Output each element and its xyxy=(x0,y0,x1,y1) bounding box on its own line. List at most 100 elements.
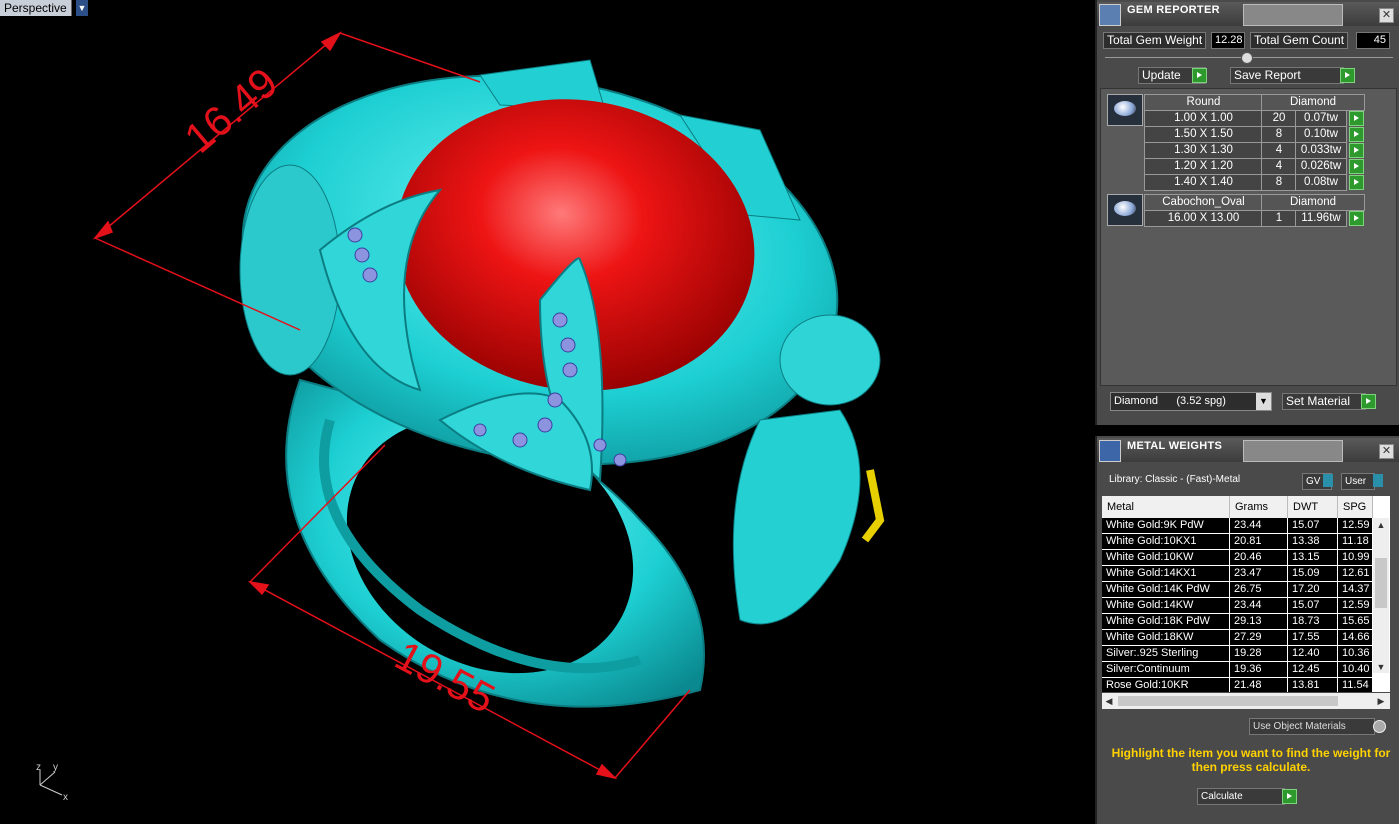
metal-spg: 10.40 xyxy=(1338,662,1373,677)
scroll-up-icon[interactable]: ▲ xyxy=(1373,518,1389,532)
vertical-scrollbar[interactable]: ▲ ▼ xyxy=(1373,518,1389,673)
gem-reporter-app-icon xyxy=(1099,4,1121,26)
metal-name: White Gold:18KW xyxy=(1102,630,1230,645)
gem-size[interactable]: 16.00 X 13.00 xyxy=(1144,210,1263,227)
metal-spg: 14.66 xyxy=(1338,630,1373,645)
metal-grams: 19.36 xyxy=(1230,662,1288,677)
metal-dwt: 12.40 xyxy=(1288,646,1338,661)
3d-viewport[interactable]: 16.49 19.55 z y x Perspective ▼ xyxy=(0,0,1092,824)
chevron-down-icon[interactable]: ▼ xyxy=(1256,393,1271,410)
table-row[interactable]: Rose Gold:10KR 21.48 13.81 11.54 xyxy=(1102,678,1373,692)
gem-shape-header: Cabochon_Oval xyxy=(1144,194,1263,211)
viewport-title[interactable]: Perspective xyxy=(0,0,72,16)
metal-grams: 23.44 xyxy=(1230,518,1288,533)
table-row[interactable]: Silver:Continuum 19.36 12.45 10.40 xyxy=(1102,662,1373,678)
close-icon[interactable]: ✕ xyxy=(1379,444,1394,459)
metal-dwt: 15.09 xyxy=(1288,566,1338,581)
gem-size[interactable]: 1.40 X 1.40 xyxy=(1144,174,1263,191)
axis-x-label: x xyxy=(63,792,68,803)
table-row[interactable]: White Gold:14KW 23.44 15.07 12.59 xyxy=(1102,598,1373,614)
set-material-button[interactable]: Set Material xyxy=(1282,393,1366,410)
save-report-button[interactable]: Save Report xyxy=(1230,67,1344,84)
set-material-go-icon[interactable] xyxy=(1361,394,1376,409)
gem-size[interactable]: 1.50 X 1.50 xyxy=(1144,126,1263,143)
column-header-spg[interactable]: SPG xyxy=(1338,496,1373,518)
table-row[interactable]: White Gold:18KW 27.29 17.55 14.66 xyxy=(1102,630,1373,646)
metal-name: Rose Gold:10KR xyxy=(1102,678,1230,692)
metal-name: Silver:.925 Sterling xyxy=(1102,646,1230,661)
scroll-down-icon[interactable]: ▼ xyxy=(1373,661,1389,673)
use-object-materials-toggle[interactable]: Use Object Materials xyxy=(1249,718,1375,735)
gem-reporter-panel: GEM REPORTER ✕ Total Gem Weight 12.28 To… xyxy=(1095,0,1399,425)
scroll-left-icon[interactable]: ◀ xyxy=(1102,693,1116,709)
gem-material-header: Diamond xyxy=(1261,94,1365,111)
round-gem-icon xyxy=(1107,94,1143,126)
gem-row-go-icon[interactable] xyxy=(1349,143,1364,158)
metal-name: White Gold:14KX1 xyxy=(1102,566,1230,581)
table-row[interactable]: White Gold:10KX1 20.81 13.38 11.18 xyxy=(1102,534,1373,550)
metal-weights-app-icon xyxy=(1099,440,1121,462)
metal-spg: 12.59 xyxy=(1338,598,1373,613)
close-icon[interactable]: ✕ xyxy=(1379,8,1394,23)
total-gem-weight-label: Total Gem Weight xyxy=(1103,32,1207,49)
table-row[interactable]: White Gold:18K PdW 29.13 18.73 15.65 xyxy=(1102,614,1373,630)
update-go-icon[interactable] xyxy=(1192,68,1207,83)
metal-name: White Gold:14K PdW xyxy=(1102,582,1230,597)
gem-row-go-icon[interactable] xyxy=(1349,175,1364,190)
gem-material-header: Diamond xyxy=(1261,194,1365,211)
use-object-materials-radio[interactable] xyxy=(1373,720,1386,733)
calculate-hint-text: Highlight the item you want to find the … xyxy=(1111,746,1391,774)
total-gem-weight-value: 12.28 xyxy=(1211,32,1245,49)
gem-row-go-icon[interactable] xyxy=(1349,159,1364,174)
metal-weights-title-tab xyxy=(1243,440,1343,462)
scroll-right-icon[interactable]: ▶ xyxy=(1374,693,1388,709)
table-row[interactable]: White Gold:14K PdW 26.75 17.20 14.37 xyxy=(1102,582,1373,598)
gem-count: 8 xyxy=(1261,174,1297,191)
metal-dwt: 18.73 xyxy=(1288,614,1338,629)
metal-dwt: 15.07 xyxy=(1288,518,1338,533)
calculate-go-icon[interactable] xyxy=(1282,789,1297,804)
column-header-grams[interactable]: Grams xyxy=(1230,496,1288,518)
gem-row-go-icon[interactable] xyxy=(1349,127,1364,142)
user-toggle[interactable]: User xyxy=(1341,473,1375,490)
column-header-metal[interactable]: Metal xyxy=(1102,496,1230,518)
slider-handle[interactable] xyxy=(1241,52,1253,64)
table-row[interactable]: White Gold:9K PdW 23.44 15.07 12.59 xyxy=(1102,518,1373,534)
metal-grams: 20.81 xyxy=(1230,534,1288,549)
scrollbar-thumb[interactable] xyxy=(1375,558,1387,608)
calculate-button[interactable]: Calculate xyxy=(1197,788,1285,805)
gem-row-go-icon[interactable] xyxy=(1349,211,1364,226)
dimension-label-top: 16.49 xyxy=(176,58,287,162)
gem-row-go-icon[interactable] xyxy=(1349,111,1364,126)
horizontal-scrollbar[interactable]: ◀ ▶ xyxy=(1102,693,1390,709)
table-row[interactable]: White Gold:10KW 20.46 13.15 10.99 xyxy=(1102,550,1373,566)
metal-name: White Gold:10KX1 xyxy=(1102,534,1230,549)
column-header-dwt[interactable]: DWT xyxy=(1288,496,1338,518)
metal-grams: 20.46 xyxy=(1230,550,1288,565)
metal-spg: 15.65 xyxy=(1338,614,1373,629)
metal-weights-table: Metal Grams DWT SPG White Gold:9K PdW 23… xyxy=(1102,496,1390,692)
metal-dwt: 12.45 xyxy=(1288,662,1338,677)
axis-z-label: z xyxy=(36,762,41,773)
gem-weight: 0.07tw xyxy=(1295,110,1347,127)
metal-dwt: 17.55 xyxy=(1288,630,1338,645)
metal-weights-title: METAL WEIGHTS xyxy=(1127,440,1223,452)
gem-reporter-titlebar[interactable]: GEM REPORTER ✕ xyxy=(1097,2,1399,26)
horizontal-scrollbar-thumb[interactable] xyxy=(1118,696,1338,706)
gem-count: 4 xyxy=(1261,142,1297,159)
metal-weights-titlebar[interactable]: METAL WEIGHTS ✕ xyxy=(1097,438,1399,462)
save-report-go-icon[interactable] xyxy=(1340,68,1355,83)
gem-list: Round Diamond 1.00 X 1.00 20 0.07tw 1.50… xyxy=(1100,88,1397,386)
viewport-menu-icon[interactable]: ▼ xyxy=(76,0,88,16)
metal-grams: 27.29 xyxy=(1230,630,1288,645)
metal-grams: 23.47 xyxy=(1230,566,1288,581)
gem-weight: 11.96tw xyxy=(1295,210,1347,227)
metal-name: White Gold:14KW xyxy=(1102,598,1230,613)
gem-size[interactable]: 1.20 X 1.20 xyxy=(1144,158,1263,175)
gem-size[interactable]: 1.00 X 1.00 xyxy=(1144,110,1263,127)
gem-size[interactable]: 1.30 X 1.30 xyxy=(1144,142,1263,159)
material-select[interactable]: Diamond (3.52 spg) ▼ xyxy=(1110,392,1272,411)
table-row[interactable]: Silver:.925 Sterling 19.28 12.40 10.36 xyxy=(1102,646,1373,662)
table-row[interactable]: White Gold:14KX1 23.47 15.09 12.61 xyxy=(1102,566,1373,582)
gem-reporter-title: GEM REPORTER xyxy=(1127,4,1220,16)
